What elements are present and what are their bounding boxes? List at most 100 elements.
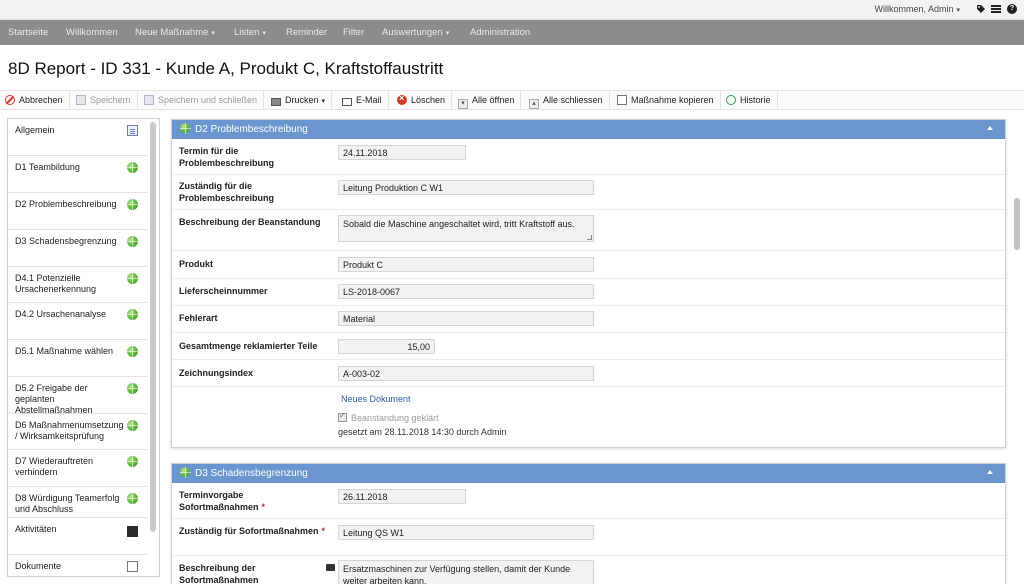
new-document-link[interactable]: Neues Dokument	[341, 394, 411, 404]
beanstandung-checkbox[interactable]: Beanstandung geklärt	[338, 411, 439, 423]
green-globe-icon	[127, 162, 138, 173]
chevron-down-icon: ▾	[445, 30, 450, 37]
row-beschreibung: Beschreibung der Beanstandung Sobald die…	[172, 210, 1005, 251]
fehlerart-field[interactable]: Material	[338, 311, 594, 326]
panel-d2-title: D2 Problembeschreibung	[195, 124, 308, 135]
d3-beschreibung-textarea[interactable]: Ersatzmaschinen zur Verfügung stellen, d…	[338, 560, 594, 584]
label-beschreibung: Beschreibung der Beanstandung	[179, 217, 321, 227]
sidebar-item-d4-2[interactable]: D4.2 Ursachenanalyse	[8, 303, 147, 340]
row-produkt: Produkt Produkt C	[172, 251, 1005, 279]
sidebar-item-d8[interactable]: D8 Würdigung Teamerfolg und Abschluss	[8, 487, 147, 518]
required-marker: *	[321, 526, 326, 536]
sidebar-item-aktivitaeten[interactable]: Aktivitäten	[8, 518, 147, 555]
documents-icon	[127, 561, 138, 572]
collapse-icon[interactable]	[987, 126, 993, 130]
label-d3-beschreibung: Beschreibung der Sofortmaßnahmen	[179, 563, 259, 584]
email-button[interactable]: E-Mail	[337, 91, 389, 110]
row-lieferschein: Lieferscheinnummer LS-2018-0067	[172, 279, 1005, 306]
print-button[interactable]: Drucken ▾	[266, 91, 333, 110]
save-close-icon	[144, 95, 154, 105]
tag-icon[interactable]	[976, 4, 986, 14]
help-icon[interactable]: ?	[1007, 4, 1017, 14]
copy-icon	[617, 95, 627, 105]
green-globe-icon	[127, 456, 138, 467]
zustaendig-field[interactable]: Leitung Produktion C W1	[338, 180, 594, 195]
sidebar-item-d4-1[interactable]: D4.1 Potenzielle Ursachenerkennung	[8, 267, 147, 303]
row-d3-zustaendig: Zuständig für Sofortmaßnahmen * Leitung Q…	[172, 519, 1005, 556]
nav-item-listen[interactable]: Listen ▾	[234, 27, 266, 38]
nav-item-startseite[interactable]: Startseite	[8, 27, 48, 38]
history-icon	[726, 95, 736, 105]
lieferschein-field[interactable]: LS-2018-0067	[338, 284, 594, 299]
welcome-text: Willkommen, Admin	[874, 4, 954, 14]
history-button[interactable]: Historie	[721, 91, 778, 110]
sidebar-item-dokumente[interactable]: Dokumente	[8, 555, 147, 577]
comment-icon[interactable]	[326, 564, 335, 571]
green-globe-icon	[127, 420, 138, 431]
copy-measure-button[interactable]: Maßnahme kopieren	[612, 91, 721, 110]
main-scrollbar[interactable]	[1014, 198, 1020, 250]
label-d3-zustaendig: Zuständig für Sofortmaßnahmen *	[179, 526, 326, 536]
list-icon[interactable]	[991, 4, 1001, 14]
user-menu[interactable]: Willkommen, Admin ▾	[874, 4, 960, 14]
panel-d3-title: D3 Schadensbegrenzung	[195, 468, 308, 479]
green-globe-icon	[127, 346, 138, 357]
mail-icon	[342, 98, 352, 106]
sidebar-item-d1[interactable]: D1 Teambildung	[8, 156, 147, 193]
nav-item-filter[interactable]: Filter	[343, 27, 364, 38]
green-globe-icon	[127, 236, 138, 247]
menge-field[interactable]: 15,00	[338, 339, 435, 354]
label-zeichnung: Zeichnungsindex	[179, 368, 254, 378]
close-all-button[interactable]: ▴ Alle schliessen	[524, 91, 610, 110]
label-zustaendig: Zuständig für die Problembeschreibung	[179, 181, 275, 203]
zeichnung-field[interactable]: A-003-02	[338, 366, 594, 381]
nav-item-willkommen[interactable]: Willkommen	[66, 27, 118, 38]
row-zeichnung: Zeichnungsindex A-003-02	[172, 360, 1005, 387]
beschreibung-textarea[interactable]: Sobald die Maschine angeschaltet wird, t…	[338, 215, 594, 242]
set-info-text: gesetzt am 28.11.2018 14:30 durch Admin	[338, 427, 507, 437]
sidebar-item-allgemein[interactable]: Allgemein	[8, 119, 147, 156]
nav-item-neue-massnahme[interactable]: Neue Maßnahme ▾	[135, 27, 215, 38]
sidebar-item-d2[interactable]: D2 Problembeschreibung	[8, 193, 147, 230]
printer-icon	[271, 98, 281, 106]
d3-zustaendig-field[interactable]: Leitung QS W1	[338, 525, 594, 540]
green-globe-icon	[180, 123, 191, 134]
delete-button[interactable]: Löschen	[392, 91, 453, 110]
green-globe-icon	[127, 199, 138, 210]
label-lieferschein: Lieferscheinnummer	[179, 286, 268, 296]
termin-field[interactable]: 24.11.2018	[338, 145, 466, 160]
cancel-button[interactable]: Abbrechen	[0, 91, 70, 110]
collapse-icon: ▴	[529, 99, 539, 109]
main-navigation: Startseite Willkommen Neue Maßnahme ▾ Lis…	[0, 20, 1024, 45]
document-icon	[127, 125, 138, 136]
terminvorgabe-field[interactable]: 26.11.2018	[338, 489, 466, 504]
collapse-icon[interactable]	[987, 470, 993, 474]
nav-item-auswertungen[interactable]: Auswertungen ▾	[382, 27, 449, 38]
top-bar: Willkommen, Admin ▾ ?	[0, 0, 1024, 20]
row-menge: Gesamtmenge reklamierter Teile 15,00	[172, 333, 1005, 360]
save-button[interactable]: Speichern	[71, 91, 138, 110]
panel-d3-header[interactable]: D3 Schadensbegrenzung	[172, 464, 1005, 483]
open-all-button[interactable]: ▾ Alle öffnen	[453, 91, 522, 110]
sidebar-item-d3[interactable]: D3 Schadensbegrenzung	[8, 230, 147, 267]
panel-d3: D3 Schadensbegrenzung Terminvorgabe Sofo…	[171, 463, 1006, 584]
green-globe-icon	[127, 309, 138, 320]
row-zustaendig: Zuständig für die Problembeschreibung Le…	[172, 175, 1005, 210]
nav-item-reminder[interactable]: Reminder	[286, 27, 327, 38]
chevron-down-icon: ▾	[956, 7, 960, 14]
produkt-field[interactable]: Produkt C	[338, 257, 594, 272]
resize-handle[interactable]	[587, 235, 592, 240]
save-and-close-button[interactable]: Speichern und schließen	[139, 91, 265, 110]
panel-d2-header[interactable]: D2 Problembeschreibung	[172, 120, 1005, 139]
toolbar: Abbrechen Speichern Speichern und schlie…	[0, 90, 1024, 110]
nav-item-administration[interactable]: Administration	[470, 27, 530, 38]
sidebar-item-d6[interactable]: D6 Maßnahmenumsetzung / Wirksamkeitsprüf…	[8, 414, 147, 450]
row-fehlerart: Fehlerart Material	[172, 306, 1005, 333]
sidebar-scrollbar[interactable]	[150, 122, 156, 532]
sidebar-item-d7[interactable]: D7 Wiederauftreten verhindern	[8, 450, 147, 487]
chevron-down-icon: ▾	[211, 30, 215, 37]
sidebar-item-d5-2[interactable]: D5.2 Freigabe der geplanten Abstellmaßna…	[8, 377, 147, 415]
sidebar-item-d5-1[interactable]: D5.1 Maßnahme wählen	[8, 340, 147, 377]
label-menge: Gesamtmenge reklamierter Teile	[179, 341, 318, 351]
green-globe-icon	[127, 493, 138, 504]
